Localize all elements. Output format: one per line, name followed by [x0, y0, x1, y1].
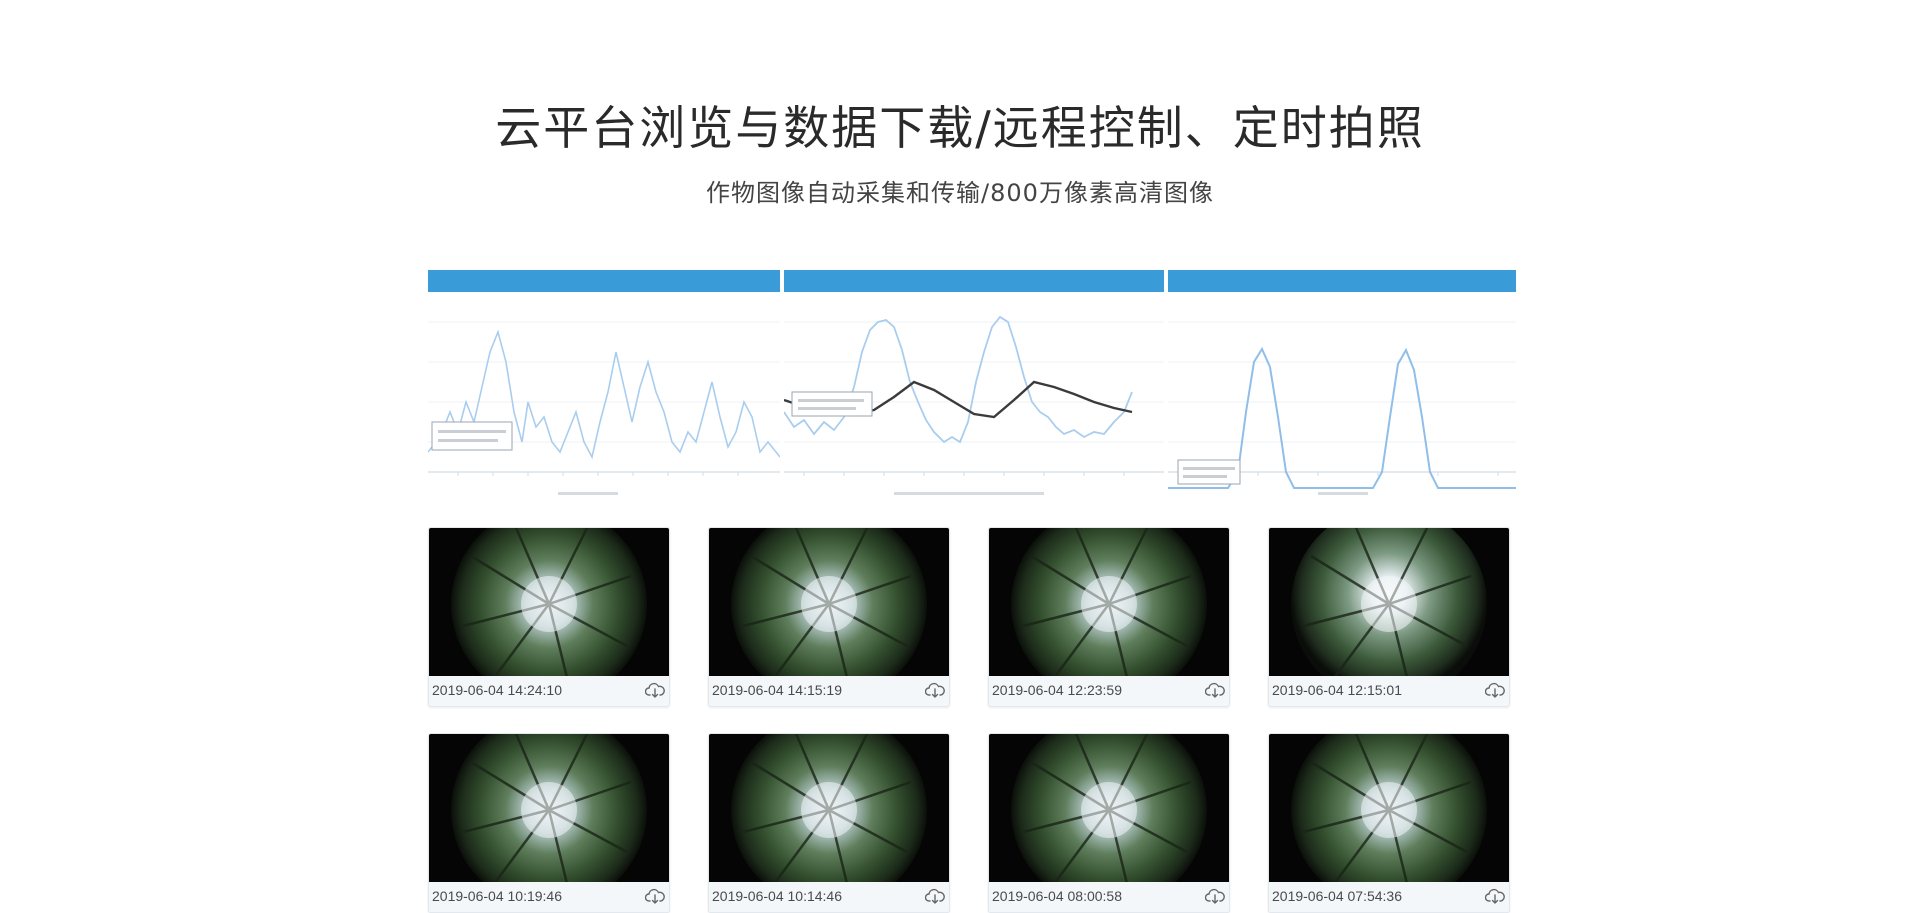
photo-timestamp: 2019-06-04 10:14:46: [712, 888, 842, 904]
chart-panel-2-plot: [784, 315, 1164, 495]
photo-card[interactable]: 2019-06-04 10:19:46: [428, 733, 670, 913]
fisheye-image: [1011, 734, 1207, 882]
fisheye-photo[interactable]: [429, 734, 669, 882]
photo-card[interactable]: 2019-06-04 14:15:19: [708, 527, 950, 707]
fisheye-image: [451, 734, 647, 882]
fisheye-photo[interactable]: [709, 734, 949, 882]
chart-panel-1[interactable]: [428, 270, 780, 512]
chart-panel-3[interactable]: [1168, 270, 1516, 512]
fisheye-image: [731, 734, 927, 882]
chart-panel-3-legend: [1318, 492, 1368, 495]
photo-timestamp: 2019-06-04 14:24:10: [432, 682, 562, 698]
fisheye-photo[interactable]: [709, 528, 949, 676]
photo-timestamp: 2019-06-04 07:54:36: [1272, 888, 1402, 904]
photo-timestamp: 2019-06-04 12:23:59: [992, 682, 1122, 698]
fisheye-image: [1011, 528, 1207, 676]
fisheye-image: [451, 528, 647, 676]
chart-panel-2-header: [784, 270, 1164, 292]
fisheye-photo[interactable]: [429, 528, 669, 676]
fisheye-photo[interactable]: [989, 528, 1229, 676]
cloud-download-icon[interactable]: [645, 887, 665, 905]
photo-timestamp: 2019-06-04 08:00:58: [992, 888, 1122, 904]
cloud-download-icon[interactable]: [1485, 681, 1505, 699]
chart-panel-2-tooltip: [791, 391, 873, 417]
chart-panel-1-plot: [428, 321, 780, 495]
chart-panel-3-header: [1168, 270, 1516, 292]
chart-panel-1-tooltip: [431, 421, 513, 451]
fisheye-photo[interactable]: [989, 734, 1229, 882]
cloud-download-icon[interactable]: [645, 681, 665, 699]
photo-card[interactable]: 2019-06-04 12:15:01: [1268, 527, 1510, 707]
page-title: 云平台浏览与数据下载/远程控制、定时拍照: [495, 101, 1425, 155]
chart-panel-2-series-line: [784, 315, 1133, 444]
chart-panel-2[interactable]: [784, 270, 1164, 512]
fisheye-image: [1291, 734, 1487, 882]
photo-card[interactable]: 2019-06-04 08:00:58: [988, 733, 1230, 913]
cloud-download-icon[interactable]: [925, 681, 945, 699]
cloud-download-icon[interactable]: [925, 887, 945, 905]
cloud-download-icon[interactable]: [1485, 887, 1505, 905]
chart-panel-3-plot: [1168, 321, 1516, 495]
chart-panel-1-header: [428, 270, 780, 292]
fisheye-image: [1291, 528, 1487, 676]
photo-card[interactable]: 2019-06-04 07:54:36: [1268, 733, 1510, 913]
page-subtitle: 作物图像自动采集和传输/800万像素高清图像: [706, 179, 1214, 207]
photo-card[interactable]: 2019-06-04 14:24:10: [428, 527, 670, 707]
photo-timestamp: 2019-06-04 14:15:19: [712, 682, 842, 698]
charts-strip: [428, 270, 1516, 512]
chart-panel-3-tooltip: [1177, 459, 1241, 485]
photo-card[interactable]: 2019-06-04 12:23:59: [988, 527, 1230, 707]
chart-panel-2-legend: [894, 492, 1044, 495]
fisheye-photo[interactable]: [1269, 528, 1509, 676]
fisheye-photo[interactable]: [1269, 734, 1509, 882]
cloud-download-icon[interactable]: [1205, 887, 1225, 905]
photo-card[interactable]: 2019-06-04 10:14:46: [708, 733, 950, 913]
photo-timestamp: 2019-06-04 10:19:46: [432, 888, 562, 904]
fisheye-image: [731, 528, 927, 676]
cloud-download-icon[interactable]: [1205, 681, 1225, 699]
photo-timestamp: 2019-06-04 12:15:01: [1272, 682, 1402, 698]
photo-grid: 2019-06-04 14:24:10 2019-06-04 14:15:19 20…: [428, 527, 1516, 913]
chart-panel-1-legend: [558, 492, 618, 495]
